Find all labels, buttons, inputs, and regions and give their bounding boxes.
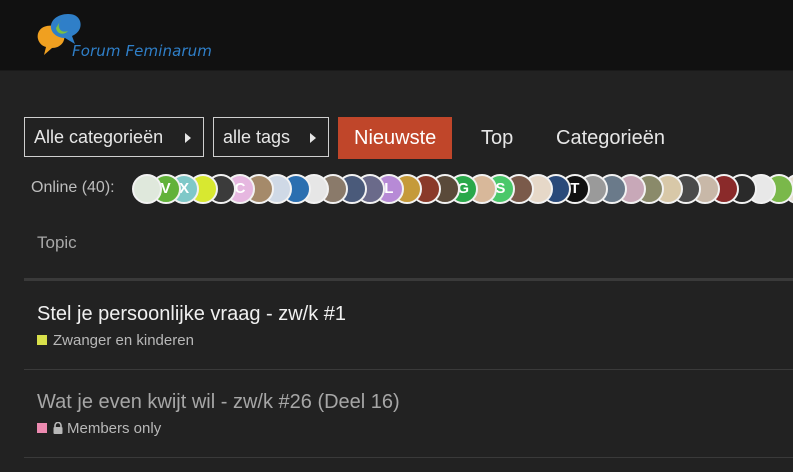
topic-column-header[interactable]: Topic [37, 233, 77, 253]
categories-dropdown[interactable]: Alle categorieën [24, 117, 204, 157]
navigation-bar: Alle categorieën alle tags Nieuwste Top … [24, 116, 793, 160]
category-color-swatch [37, 423, 47, 433]
tags-dropdown[interactable]: alle tags [213, 117, 329, 157]
user-avatar[interactable] [132, 174, 162, 204]
caret-right-icon [185, 133, 191, 143]
online-count-label: Online (40): [31, 179, 115, 196]
categories-dropdown-label: Alle categorieën [34, 127, 164, 147]
topic-row[interactable]: Wat je even kwijt wil - zw/k #26 (Deel 1… [24, 369, 793, 458]
topic-category[interactable]: Zwanger en kinderen [37, 332, 194, 349]
logo-text[interactable]: Forum Feminarum [72, 42, 212, 60]
caret-right-icon [310, 133, 316, 143]
site-header: Forum Feminarum [0, 0, 793, 71]
topic-list-header: Topic [24, 222, 793, 281]
online-avatars: VXCLGST [132, 174, 793, 204]
topic-title[interactable]: Wat je even kwijt wil - zw/k #26 (Deel 1… [37, 391, 400, 414]
tab-categories[interactable]: Categorieën [556, 117, 665, 159]
category-name: Members only [67, 420, 162, 437]
category-color-swatch [37, 335, 47, 345]
tab-latest[interactable]: Nieuwste [338, 117, 453, 159]
topic-row[interactable]: Stel je persoonlijke vraag - zw/k #1 Zwa… [24, 281, 793, 370]
online-users: Online (40): VXCLGST [31, 174, 793, 204]
tab-top[interactable]: Top [481, 117, 513, 159]
topic-category[interactable]: Members only [37, 420, 161, 437]
tags-dropdown-label: alle tags [223, 127, 291, 147]
topic-title[interactable]: Stel je persoonlijke vraag - zw/k #1 [37, 303, 346, 326]
category-name: Zwanger en kinderen [53, 332, 194, 349]
lock-icon [53, 422, 63, 434]
